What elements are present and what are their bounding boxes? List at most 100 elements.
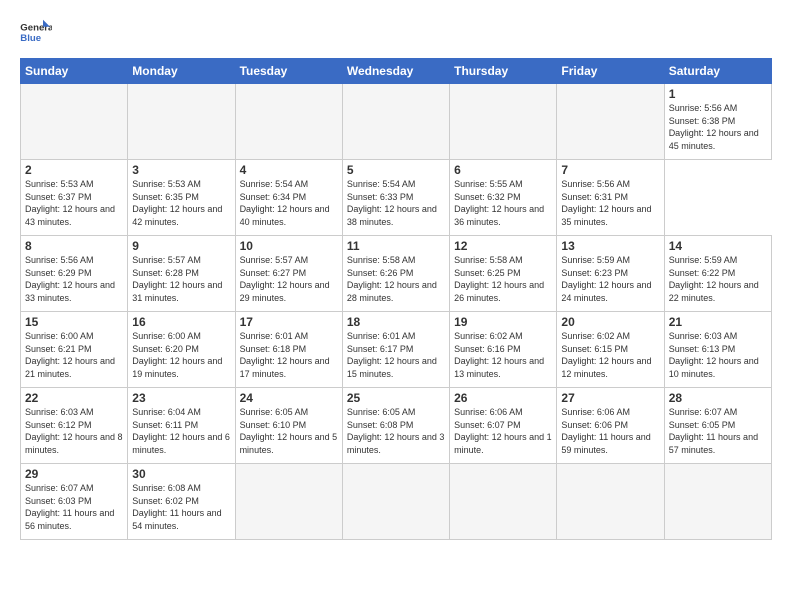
day-detail: Sunrise: 6:06 AMSunset: 6:06 PMDaylight:…	[561, 407, 650, 455]
day-number: 1	[669, 87, 767, 101]
empty-cell	[450, 84, 557, 160]
day-detail: Sunrise: 5:53 AMSunset: 6:37 PMDaylight:…	[25, 179, 115, 227]
day-cell: 26 Sunrise: 6:06 AMSunset: 6:07 PMDayligh…	[450, 388, 557, 464]
day-cell: 11 Sunrise: 5:58 AMSunset: 6:26 PMDayligh…	[342, 236, 449, 312]
empty-cell	[21, 84, 128, 160]
day-number: 30	[132, 467, 230, 481]
day-cell: 13 Sunrise: 5:59 AMSunset: 6:23 PMDayligh…	[557, 236, 664, 312]
day-cell: 3 Sunrise: 5:53 AMSunset: 6:35 PMDaylight…	[128, 160, 235, 236]
day-number: 3	[132, 163, 230, 177]
day-number: 24	[240, 391, 338, 405]
day-cell: 4Sunrise: 5:54 AMSunset: 6:34 PMDaylight…	[235, 160, 342, 236]
day-cell	[557, 464, 664, 540]
day-number: 21	[669, 315, 767, 329]
day-detail: Sunrise: 6:08 AMSunset: 6:02 PMDaylight:…	[132, 483, 221, 531]
day-cell: 28 Sunrise: 6:07 AMSunset: 6:05 PMDayligh…	[664, 388, 771, 464]
logo: General Blue	[20, 18, 52, 46]
day-detail: Sunrise: 5:57 AMSunset: 6:28 PMDaylight:…	[132, 255, 222, 303]
day-cell: 2 Sunrise: 5:53 AMSunset: 6:37 PMDaylight…	[21, 160, 128, 236]
day-detail: Sunrise: 5:59 AMSunset: 6:23 PMDaylight:…	[561, 255, 651, 303]
week-row: 2 Sunrise: 5:53 AMSunset: 6:37 PMDaylight…	[21, 160, 772, 236]
day-detail: Sunrise: 5:57 AMSunset: 6:27 PMDaylight:…	[240, 255, 330, 303]
day-cell: 20 Sunrise: 6:02 AMSunset: 6:15 PMDayligh…	[557, 312, 664, 388]
header-row: SundayMondayTuesdayWednesdayThursdayFrid…	[21, 59, 772, 84]
calendar-page: General Blue SundayMondayTuesdayWednesda…	[0, 0, 792, 550]
day-cell: 18 Sunrise: 6:01 AMSunset: 6:17 PMDayligh…	[342, 312, 449, 388]
day-detail: Sunrise: 6:02 AMSunset: 6:16 PMDaylight:…	[454, 331, 544, 379]
day-cell: 14 Sunrise: 5:59 AMSunset: 6:22 PMDayligh…	[664, 236, 771, 312]
empty-cell	[342, 84, 449, 160]
week-row: 15 Sunrise: 6:00 AMSunset: 6:21 PMDayligh…	[21, 312, 772, 388]
day-detail: Sunrise: 5:53 AMSunset: 6:35 PMDaylight:…	[132, 179, 222, 227]
day-number: 4	[240, 163, 338, 177]
day-number: 22	[25, 391, 123, 405]
svg-text:Blue: Blue	[20, 33, 41, 44]
day-cell: 7Sunrise: 5:56 AMSunset: 6:31 PMDaylight…	[557, 160, 664, 236]
logo-icon: General Blue	[20, 18, 52, 46]
week-row: 22 Sunrise: 6:03 AMSunset: 6:12 PMDayligh…	[21, 388, 772, 464]
day-cell: 10 Sunrise: 5:57 AMSunset: 6:27 PMDayligh…	[235, 236, 342, 312]
day-detail: Sunrise: 5:56 AMSunset: 6:29 PMDaylight:…	[25, 255, 115, 303]
day-number: 12	[454, 239, 552, 253]
day-number: 2	[25, 163, 123, 177]
day-number: 20	[561, 315, 659, 329]
day-cell: 6Sunrise: 5:55 AMSunset: 6:32 PMDaylight…	[450, 160, 557, 236]
day-cell: 9 Sunrise: 5:57 AMSunset: 6:28 PMDaylight…	[128, 236, 235, 312]
day-detail: Sunrise: 5:54 AMSunset: 6:33 PMDaylight:…	[347, 179, 437, 227]
week-row: 29Sunrise: 6:07 AMSunset: 6:03 PMDayligh…	[21, 464, 772, 540]
col-header-thursday: Thursday	[450, 59, 557, 84]
day-detail: Sunrise: 5:56 AMSunset: 6:38 PMDaylight:…	[669, 103, 759, 151]
day-number: 18	[347, 315, 445, 329]
day-detail: Sunrise: 6:00 AMSunset: 6:21 PMDaylight:…	[25, 331, 115, 379]
empty-cell	[235, 84, 342, 160]
day-detail: Sunrise: 6:07 AMSunset: 6:05 PMDaylight:…	[669, 407, 758, 455]
col-header-sunday: Sunday	[21, 59, 128, 84]
day-number: 7	[561, 163, 659, 177]
day-number: 23	[132, 391, 230, 405]
day-detail: Sunrise: 6:04 AMSunset: 6:11 PMDaylight:…	[132, 407, 230, 455]
day-detail: Sunrise: 6:01 AMSunset: 6:17 PMDaylight:…	[347, 331, 437, 379]
day-number: 14	[669, 239, 767, 253]
col-header-monday: Monday	[128, 59, 235, 84]
day-number: 9	[132, 239, 230, 253]
day-number: 25	[347, 391, 445, 405]
week-row: 1 Sunrise: 5:56 AMSunset: 6:38 PMDaylight…	[21, 84, 772, 160]
day-number: 19	[454, 315, 552, 329]
day-detail: Sunrise: 5:58 AMSunset: 6:25 PMDaylight:…	[454, 255, 544, 303]
day-detail: Sunrise: 6:05 AMSunset: 6:08 PMDaylight:…	[347, 407, 445, 455]
day-number: 28	[669, 391, 767, 405]
day-number: 8	[25, 239, 123, 253]
day-detail: Sunrise: 6:01 AMSunset: 6:18 PMDaylight:…	[240, 331, 330, 379]
col-header-friday: Friday	[557, 59, 664, 84]
day-cell: 19 Sunrise: 6:02 AMSunset: 6:16 PMDayligh…	[450, 312, 557, 388]
day-cell: 8 Sunrise: 5:56 AMSunset: 6:29 PMDaylight…	[21, 236, 128, 312]
day-number: 11	[347, 239, 445, 253]
day-number: 27	[561, 391, 659, 405]
day-number: 10	[240, 239, 338, 253]
day-detail: Sunrise: 5:59 AMSunset: 6:22 PMDaylight:…	[669, 255, 759, 303]
day-cell: 25 Sunrise: 6:05 AMSunset: 6:08 PMDayligh…	[342, 388, 449, 464]
day-detail: Sunrise: 6:00 AMSunset: 6:20 PMDaylight:…	[132, 331, 222, 379]
day-cell: 12 Sunrise: 5:58 AMSunset: 6:25 PMDayligh…	[450, 236, 557, 312]
day-detail: Sunrise: 6:02 AMSunset: 6:15 PMDaylight:…	[561, 331, 651, 379]
col-header-wednesday: Wednesday	[342, 59, 449, 84]
empty-cell	[557, 84, 664, 160]
day-detail: Sunrise: 6:07 AMSunset: 6:03 PMDaylight:…	[25, 483, 114, 531]
day-detail: Sunrise: 5:58 AMSunset: 6:26 PMDaylight:…	[347, 255, 437, 303]
day-detail: Sunrise: 6:06 AMSunset: 6:07 PMDaylight:…	[454, 407, 552, 455]
day-number: 13	[561, 239, 659, 253]
day-number: 15	[25, 315, 123, 329]
day-cell	[235, 464, 342, 540]
day-cell: 5 Sunrise: 5:54 AMSunset: 6:33 PMDaylight…	[342, 160, 449, 236]
day-number: 5	[347, 163, 445, 177]
day-number: 6	[454, 163, 552, 177]
day-detail: Sunrise: 6:03 AMSunset: 6:12 PMDaylight:…	[25, 407, 123, 455]
day-cell: 17 Sunrise: 6:01 AMSunset: 6:18 PMDayligh…	[235, 312, 342, 388]
day-detail: Sunrise: 6:05 AMSunset: 6:10 PMDaylight:…	[240, 407, 338, 455]
col-header-saturday: Saturday	[664, 59, 771, 84]
day-cell: 24 Sunrise: 6:05 AMSunset: 6:10 PMDayligh…	[235, 388, 342, 464]
day-number: 17	[240, 315, 338, 329]
day-cell: 22 Sunrise: 6:03 AMSunset: 6:12 PMDayligh…	[21, 388, 128, 464]
day-number: 26	[454, 391, 552, 405]
day-cell: 1 Sunrise: 5:56 AMSunset: 6:38 PMDaylight…	[664, 84, 771, 160]
